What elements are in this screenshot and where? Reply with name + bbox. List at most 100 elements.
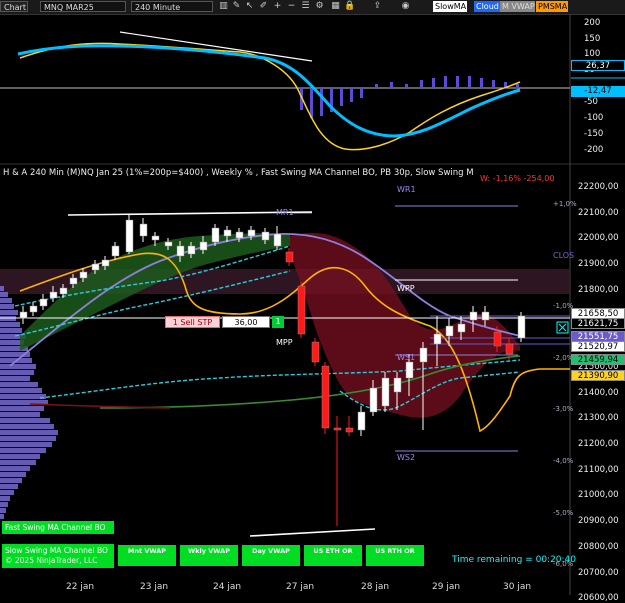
- volume-profile-bar: [0, 328, 22, 333]
- order-count[interactable]: 1: [272, 316, 284, 328]
- volume-profile-bar: [0, 454, 40, 459]
- percent-axis-tick: +1,0%: [553, 200, 577, 208]
- share-icon[interactable]: ⇪: [372, 1, 383, 12]
- volume-profile-bar: [0, 376, 30, 381]
- candle-body: [393, 377, 402, 393]
- lock-icon[interactable]: 🔒: [344, 1, 355, 12]
- interval-selector[interactable]: 240 Minute: [131, 1, 213, 12]
- instrument-selector[interactable]: MNQ MAR25: [40, 1, 126, 12]
- osc-hist-bar: [390, 82, 393, 88]
- mpp-label: MPP: [276, 338, 293, 347]
- toolbar-button-slowma[interactable]: SlowMA: [433, 1, 467, 12]
- volume-profile-bar: [0, 442, 52, 447]
- candle-body: [357, 411, 366, 431]
- candle-body: [321, 365, 330, 429]
- cursor-icon[interactable]: ↖: [244, 1, 255, 12]
- candle-body: [311, 341, 320, 363]
- osc-hist-bar: [516, 84, 519, 88]
- volume-profile-bar: [0, 430, 58, 435]
- candle-body: [91, 263, 100, 271]
- order-quantity[interactable]: 36,00: [222, 316, 270, 328]
- draw-tools-icon[interactable]: ✎: [231, 1, 242, 12]
- candle-body: [481, 311, 490, 321]
- price-axis-tick: 21800,00: [578, 284, 619, 295]
- chart-type-icon[interactable]: ▥: [218, 1, 229, 12]
- candle-body: [469, 311, 478, 321]
- osc-hist-bar: [350, 88, 353, 102]
- percent-axis-tick: -3,0%: [553, 405, 574, 413]
- osc-hist-bar: [375, 84, 378, 88]
- vwap-button[interactable]: US ETH OR: [304, 545, 362, 566]
- volume-profile-bar: [0, 418, 50, 423]
- strategy-icon[interactable]: ⚙: [314, 1, 325, 12]
- mr1-label: MR1: [276, 208, 294, 217]
- candle-body: [139, 223, 148, 237]
- price-axis-tick: 22200,00: [578, 182, 619, 192]
- candle-body: [125, 219, 134, 253]
- price-axis-tick: 22100,00: [578, 207, 619, 218]
- toolbar-button-cloud[interactable]: Cloud: [474, 1, 500, 12]
- data-box-icon[interactable]: ▦: [330, 1, 341, 12]
- percent-axis-tick: -5,0%: [553, 509, 574, 517]
- osc-hist-bar: [492, 80, 495, 88]
- fast-swing-legend: Fast Swing MA Channel BO: [2, 521, 114, 534]
- candle-body: [19, 311, 28, 319]
- candle-body: [151, 235, 160, 241]
- ws2-label: WS2: [397, 453, 416, 462]
- sell-stop-order[interactable]: 1 Sell STP: [165, 316, 220, 328]
- osc-histogram: [300, 76, 519, 118]
- osc-axis-tick: -50: [584, 97, 598, 107]
- volume-profile-bar: [0, 424, 54, 429]
- toolbar-button-m-vwap[interactable]: M VWAP: [500, 1, 535, 12]
- volume-profile-bar: [0, 394, 46, 399]
- osc-fast-line: [17, 44, 521, 138]
- vwap-button[interactable]: Mnt VWAP: [118, 545, 176, 566]
- volume-profile-bar: [0, 460, 36, 465]
- osc-hist-bar: [310, 88, 313, 118]
- camera-icon[interactable]: ◉: [400, 1, 411, 12]
- candle-body: [445, 325, 454, 337]
- toolbar-button-pmsma[interactable]: PMSMA: [536, 1, 568, 12]
- price-axis-tick: 22000,00: [578, 233, 619, 244]
- candle-body: [59, 287, 68, 295]
- pencil-icon[interactable]: ✐: [258, 1, 269, 12]
- price-axis-tick: 21400,00: [578, 387, 619, 398]
- candle-body: [49, 291, 58, 299]
- time-axis-label: 28 jan: [361, 582, 390, 592]
- candle-body: [235, 231, 244, 239]
- ws1-label: WS1: [397, 353, 416, 362]
- properties-icon[interactable]: ☰: [300, 1, 311, 12]
- chart-tab[interactable]: Chart: [0, 1, 28, 12]
- candle-body: [164, 241, 173, 247]
- osc-axis-tick: -150: [584, 129, 604, 139]
- volume-profile-bar: [0, 472, 26, 477]
- time-axis-label: 22 jan: [66, 582, 95, 592]
- volume-profile-bar: [0, 484, 18, 489]
- vwap-button[interactable]: US RTH OR: [366, 545, 424, 566]
- osc-hist-bar: [456, 76, 459, 88]
- price-axis-tick: 21900,00: [578, 259, 619, 270]
- candle-body: [369, 387, 378, 413]
- time-axis-label: 23 jan: [140, 582, 169, 592]
- copyright-text: © 2025 NinjaTrader, LLC: [5, 556, 98, 565]
- osc-axis-tick: -100: [584, 113, 604, 123]
- weekly-change-label: W: -1,16% -254,00: [480, 174, 555, 183]
- osc-axis-tick: 100: [584, 49, 601, 59]
- osc-hist-bar: [360, 88, 363, 98]
- volume-profile-bar: [0, 508, 6, 513]
- volume-profile-bar: [0, 382, 38, 387]
- zoom-in-icon[interactable]: +: [272, 1, 283, 12]
- price-axis-tick: 21000,00: [578, 490, 619, 501]
- volume-profile-bar: [0, 448, 46, 453]
- osc-hist-bar: [444, 76, 447, 88]
- candle-body: [505, 343, 514, 355]
- time-axis-label: 30 jan: [503, 582, 532, 592]
- zoom-out-icon[interactable]: −: [286, 1, 297, 12]
- vwap-button[interactable]: Wkly VWAP: [180, 545, 238, 566]
- osc-hist-bar: [420, 80, 423, 88]
- vwap-button[interactable]: Day VWAP: [242, 545, 300, 566]
- time-axis-label: 27 jan: [286, 582, 315, 592]
- candle-body: [517, 315, 526, 339]
- wpp-label: WPP: [397, 284, 415, 293]
- volume-profile-bar: [0, 322, 20, 327]
